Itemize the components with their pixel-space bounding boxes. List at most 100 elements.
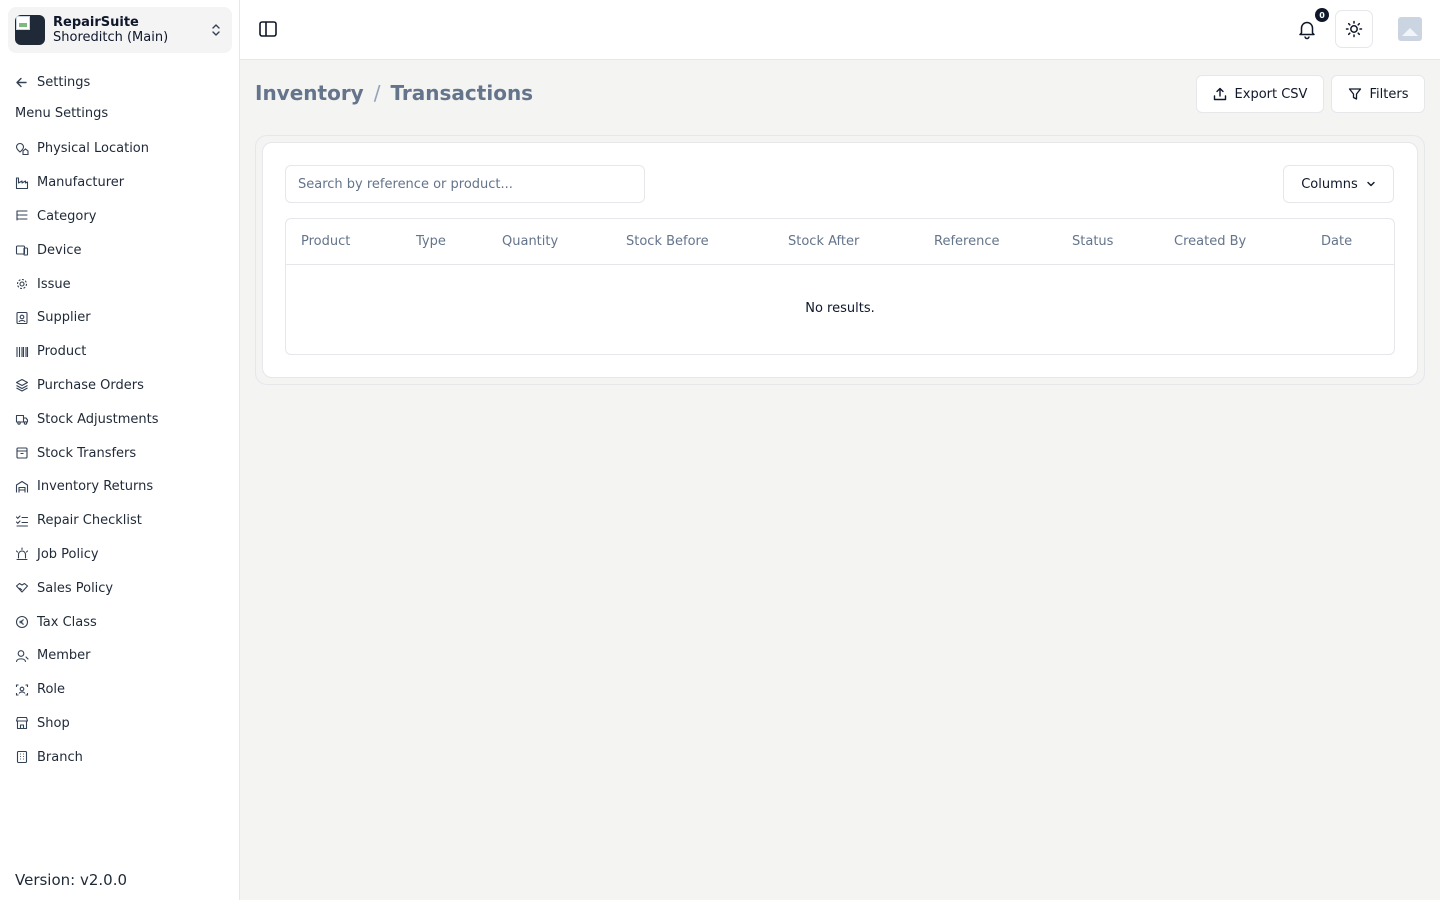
- column-header-created-by[interactable]: Created By: [1174, 234, 1246, 249]
- menu-settings-heading: Menu Settings: [15, 106, 109, 121]
- cog-icon: [16, 279, 28, 290]
- back-to-settings-link[interactable]: Settings: [15, 72, 90, 92]
- user-avatar[interactable]: [1398, 17, 1422, 41]
- column-header-stock-after[interactable]: Stock After: [788, 234, 859, 249]
- sidebar-item-label: Member: [37, 648, 91, 664]
- sidebar-item-label: Physical Location: [37, 141, 149, 157]
- sidebar-item-label: Category: [37, 208, 97, 224]
- chevrons-up-down-icon: [212, 24, 220, 36]
- building-icon: [16, 751, 28, 764]
- settings-nav: Physical Location Manufacturer Category …: [15, 139, 230, 781]
- sidebar-item-label: Product: [37, 344, 87, 360]
- columns-button[interactable]: Columns: [1283, 165, 1394, 203]
- sidebar-item-label: Device: [37, 242, 82, 258]
- panel-left-icon[interactable]: [258, 19, 278, 39]
- sidebar-item-job-policy[interactable]: Job Policy: [15, 538, 230, 572]
- list-tree-icon: [16, 210, 28, 222]
- app-version: Version: v2.0.0: [15, 871, 128, 889]
- column-header-status[interactable]: Status: [1072, 234, 1113, 249]
- barcode-icon: [16, 346, 29, 357]
- filter-icon: [1348, 88, 1361, 100]
- topbar: 0: [240, 0, 1440, 60]
- column-header-stock-before[interactable]: Stock Before: [626, 234, 709, 249]
- sidebar-item-shop[interactable]: Shop: [15, 707, 230, 741]
- warehouse-icon: [15, 480, 29, 493]
- column-header-date[interactable]: Date: [1321, 234, 1352, 249]
- column-header-type[interactable]: Type: [416, 234, 446, 249]
- sidebar-item-purchase-orders[interactable]: Purchase Orders: [15, 369, 230, 403]
- filters-label: Filters: [1369, 86, 1409, 102]
- sidebar-item-label: Manufacturer: [37, 175, 125, 191]
- breadcrumb-inventory[interactable]: Inventory: [255, 81, 364, 105]
- sidebar-item-label: Job Policy: [37, 546, 99, 562]
- store-icon: [15, 717, 29, 730]
- sidebar-item-inventory-returns[interactable]: Inventory Returns: [15, 470, 230, 504]
- sidebar-item-label: Inventory Returns: [37, 479, 154, 495]
- contact-icon: [16, 311, 28, 324]
- chevron-down-icon: [1367, 181, 1375, 187]
- sidebar-item-branch[interactable]: Branch: [15, 740, 230, 774]
- box-icon: [16, 447, 28, 459]
- sidebar-item-label: Shop: [37, 715, 70, 731]
- breadcrumb: Inventory / Transactions: [255, 80, 533, 106]
- sidebar-item-supplier[interactable]: Supplier: [15, 301, 230, 335]
- sidebar-item-label: Supplier: [37, 310, 91, 326]
- list-checks-icon: [15, 515, 29, 527]
- sidebar-item-label: Issue: [37, 276, 71, 292]
- sidebar-item-label: Stock Transfers: [37, 445, 137, 461]
- sidebar-item-tax-class[interactable]: Tax Class: [15, 605, 230, 639]
- sidebar: RepairSuite Shoreditch (Main) Settings M…: [0, 0, 240, 900]
- sidebar-item-category[interactable]: Category: [15, 200, 230, 234]
- sidebar-item-device[interactable]: Device: [15, 233, 230, 267]
- workspace-switcher[interactable]: RepairSuite Shoreditch (Main): [8, 7, 232, 53]
- export-csv-label: Export CSV: [1234, 86, 1308, 102]
- coin-icon: [15, 615, 29, 629]
- factory-icon: [15, 177, 29, 189]
- sidebar-item-manufacturer[interactable]: Manufacturer: [15, 166, 230, 200]
- brand-name: RepairSuite: [53, 15, 139, 30]
- brand-logo: [15, 15, 45, 45]
- sidebar-item-product[interactable]: Product: [15, 335, 230, 369]
- empty-state-message: No results.: [805, 301, 875, 316]
- handshake-icon: [15, 583, 29, 593]
- breadcrumb-separator: /: [373, 81, 381, 105]
- arrow-left-icon: [16, 77, 27, 87]
- column-header-product[interactable]: Product: [301, 234, 350, 249]
- theme-toggle-button[interactable]: [1335, 10, 1373, 48]
- sidebar-item-label: Tax Class: [37, 614, 97, 630]
- back-link-label: Settings: [37, 74, 91, 90]
- sidebar-item-repair-checklist[interactable]: Repair Checklist: [15, 504, 230, 538]
- search-input[interactable]: [285, 165, 645, 203]
- sidebar-item-label: Role: [37, 682, 66, 698]
- map-pin-house-icon: [15, 142, 29, 155]
- upload-icon: [1213, 87, 1226, 101]
- sidebar-item-label: Sales Policy: [37, 580, 114, 596]
- notification-count-badge: 0: [1315, 8, 1329, 22]
- truck-icon: [15, 415, 29, 426]
- layers-icon: [15, 379, 29, 393]
- user-scan-icon: [15, 684, 29, 696]
- page-title: Transactions: [390, 81, 534, 105]
- sidebar-item-role[interactable]: Role: [15, 673, 230, 707]
- siren-icon: [15, 547, 29, 561]
- column-header-reference[interactable]: Reference: [934, 234, 999, 249]
- table-header-row: Product Type Quantity Stock Before Stock…: [286, 219, 1394, 265]
- bell-icon[interactable]: [1296, 18, 1318, 40]
- devices-icon: [15, 245, 29, 256]
- sun-icon: [1345, 20, 1363, 38]
- sidebar-item-label: Purchase Orders: [37, 377, 144, 393]
- sidebar-item-label: Repair Checklist: [37, 513, 142, 529]
- columns-label: Columns: [1301, 176, 1358, 192]
- sidebar-item-stock-adjustments[interactable]: Stock Adjustments: [15, 402, 230, 436]
- filters-button[interactable]: Filters: [1331, 75, 1425, 113]
- sidebar-item-physical-location[interactable]: Physical Location: [15, 132, 230, 166]
- sidebar-item-label: Stock Adjustments: [37, 411, 159, 427]
- sidebar-item-stock-transfers[interactable]: Stock Transfers: [15, 436, 230, 470]
- user-icon: [15, 649, 29, 662]
- sidebar-item-sales-policy[interactable]: Sales Policy: [15, 571, 230, 605]
- sidebar-item-issue[interactable]: Issue: [15, 267, 230, 301]
- transactions-table: Product Type Quantity Stock Before Stock…: [285, 218, 1395, 355]
- column-header-quantity[interactable]: Quantity: [502, 234, 558, 249]
- sidebar-item-member[interactable]: Member: [15, 639, 230, 673]
- export-csv-button[interactable]: Export CSV: [1196, 75, 1324, 113]
